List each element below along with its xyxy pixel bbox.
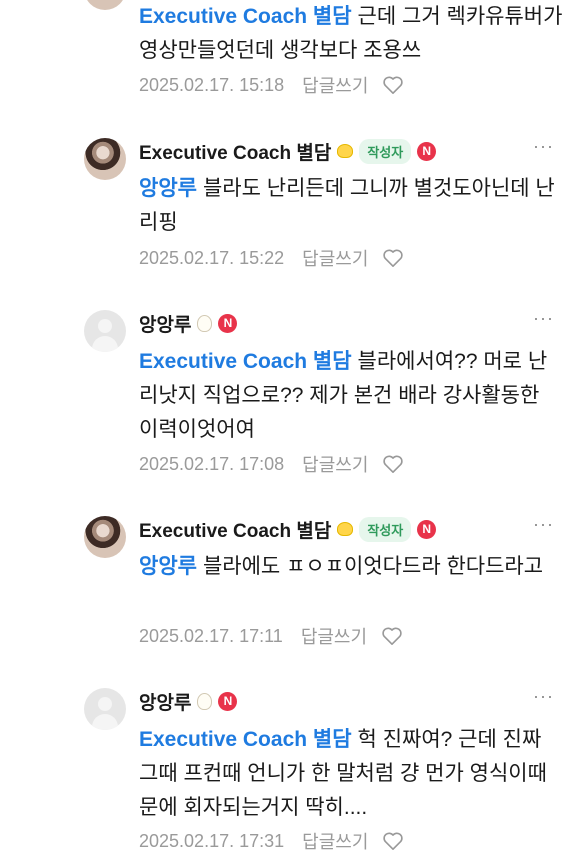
comment-date: 2025.02.17. 17:11 (139, 625, 283, 646)
more-options-button[interactable]: ··· (533, 136, 554, 157)
new-badge: N (218, 691, 238, 711)
avatar[interactable] (84, 516, 126, 558)
comment-body: Executive Coach 별담 헉 진짜여? 근데 진짜 그때 프컨때 언니… (139, 723, 564, 825)
author-name[interactable]: Executive Coach 별담 (139, 516, 331, 543)
comment-meta: 2025.02.17. 15:18 답글쓰기 (139, 72, 404, 98)
author-name[interactable]: 앙앙루 (139, 310, 191, 337)
mention-link[interactable]: Executive Coach 별담 (139, 350, 352, 373)
reply-button[interactable]: 답글쓰기 (302, 72, 368, 98)
comment-text: 블라에도 ㅍㅇㅍ이엇다드라 한다드라고 (202, 555, 544, 578)
egg-icon (197, 314, 213, 332)
comment-meta: 2025.02.17. 15:22 답글쓰기 (139, 245, 404, 271)
author-name[interactable]: 앙앙루 (139, 688, 191, 715)
comment-header: 앙앙루 N (139, 310, 238, 337)
comment-body: Executive Coach 별담 블라에서여?? 머로 난리낫지 직업으로??… (139, 345, 564, 447)
comment-date: 2025.02.17. 17:08 (139, 453, 285, 474)
author-badge: 작성자 (359, 516, 412, 542)
heart-icon[interactable] (382, 454, 404, 474)
comment-date: 2025.02.17. 17:31 (139, 830, 285, 851)
more-options-button[interactable]: ··· (533, 308, 554, 329)
reply-button[interactable]: 답글쓰기 (302, 245, 368, 271)
mention-link[interactable]: Executive Coach 별담 (139, 728, 352, 751)
mention-link[interactable]: 앙앙루 (139, 177, 197, 200)
heart-icon[interactable] (382, 831, 404, 851)
reply-button[interactable]: 답글쓰기 (302, 828, 368, 854)
comment-meta: 2025.02.17. 17:31 답글쓰기 (139, 828, 404, 854)
comment-header: 앙앙루 N (139, 688, 238, 715)
mention-link[interactable]: 앙앙루 (139, 555, 197, 578)
avatar[interactable] (84, 0, 126, 10)
reply-button[interactable]: 답글쓰기 (302, 451, 368, 477)
comment-header: Executive Coach 별담 작성자 N (139, 138, 437, 165)
heart-icon[interactable] (381, 626, 403, 646)
avatar[interactable] (84, 138, 126, 180)
comment-meta: 2025.02.17. 17:08 답글쓰기 (139, 451, 404, 477)
mention-link[interactable]: Executive Coach 별담 (139, 5, 352, 28)
new-badge: N (417, 141, 437, 161)
comment-date: 2025.02.17. 15:18 (139, 74, 285, 95)
comment-text: 블라도 난리든데 그니까 별것도아닌데 난리핑 (139, 177, 555, 234)
comment-body: 앙앙루 블라도 난리든데 그니까 별것도아닌데 난리핑 (139, 172, 564, 240)
author-name[interactable]: Executive Coach 별담 (139, 138, 331, 165)
new-badge: N (417, 519, 437, 539)
chick-icon (337, 144, 354, 158)
comment-date: 2025.02.17. 15:22 (139, 247, 285, 268)
avatar[interactable] (84, 688, 126, 730)
heart-icon[interactable] (382, 248, 404, 268)
avatar[interactable] (84, 310, 126, 352)
comment-body: Executive Coach 별담 근데 그거 렉카유튜버가 영상만들엇던데 생… (139, 0, 564, 68)
reply-button[interactable]: 답글쓰기 (301, 623, 367, 649)
comment-header: Executive Coach 별담 작성자 N (139, 516, 437, 543)
comment-body: 앙앙루 블라에도 ㅍㅇㅍ이엇다드라 한다드라고 (139, 550, 564, 584)
more-options-button[interactable]: ··· (533, 686, 554, 707)
author-badge: 작성자 (359, 138, 412, 164)
more-options-button[interactable]: ··· (533, 514, 554, 535)
heart-icon[interactable] (382, 75, 404, 95)
comment-meta: 2025.02.17. 17:11 답글쓰기 (139, 623, 403, 649)
egg-icon (197, 692, 213, 710)
new-badge: N (218, 313, 238, 333)
chick-icon (337, 522, 354, 536)
